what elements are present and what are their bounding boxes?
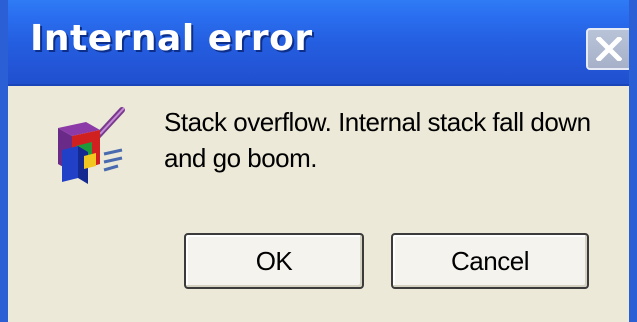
error-message: Stack overflow. Internal stack fall down… [164, 104, 629, 176]
window-title: Internal error [30, 18, 313, 59]
error-message-line-1: Stack overflow. Internal stack fall down [164, 107, 591, 137]
error-message-line-2: and go boom. [164, 143, 318, 173]
cancel-button[interactable]: Cancel [391, 233, 589, 289]
installer-icon [58, 107, 125, 184]
ok-button[interactable]: OK [184, 233, 364, 289]
error-dialog-window: Internal error Stack overflow. Internal … [0, 0, 637, 322]
title-bar[interactable]: Internal error [8, 0, 629, 86]
close-button[interactable] [586, 28, 629, 70]
close-icon [596, 37, 622, 61]
